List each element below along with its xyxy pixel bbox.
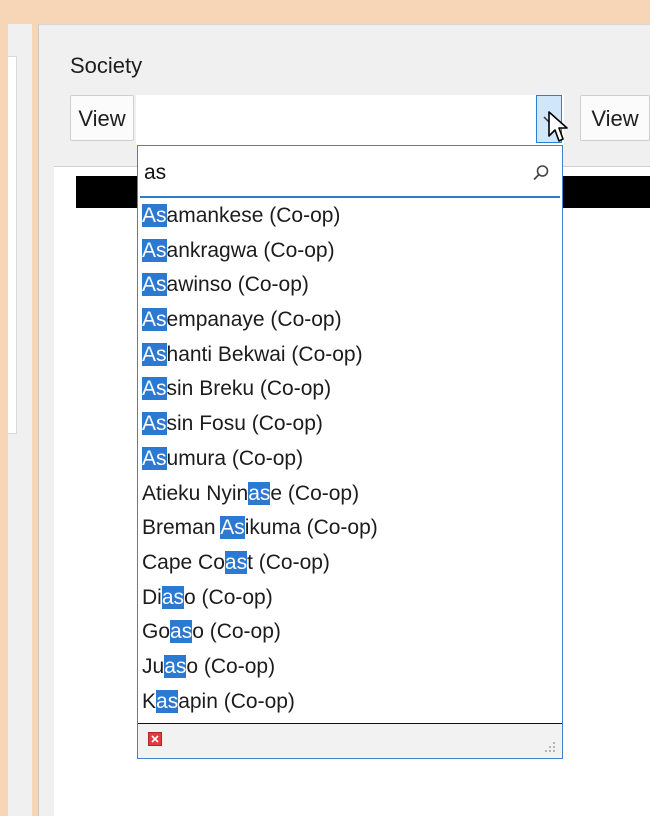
list-item[interactable]: Cape Coast (Co-op) xyxy=(138,546,562,581)
match-highlight: As xyxy=(220,516,245,540)
list-item[interactable]: Ashanti Bekwai (Co-op) xyxy=(138,338,562,373)
item-text-post: umura (Co-op) xyxy=(166,446,304,470)
item-text-post: sin Fosu (Co-op) xyxy=(166,412,323,436)
society-label: Society xyxy=(70,53,143,78)
item-text-post: ankragwa (Co-op) xyxy=(166,238,335,262)
list-item[interactable]: Juaso (Co-op) xyxy=(138,650,562,685)
list-item[interactable]: Diaso (Co-op) xyxy=(138,581,562,616)
item-text-post: o (Co-op) xyxy=(186,654,276,678)
society-combobox[interactable] xyxy=(136,95,564,145)
item-text-pre: Di xyxy=(142,585,162,609)
left-panel-list xyxy=(8,56,17,434)
match-highlight: As xyxy=(142,273,167,297)
item-text-pre: Go xyxy=(142,620,171,644)
item-text-post: o (Co-op) xyxy=(192,620,281,644)
match-highlight: as xyxy=(161,585,185,609)
item-text-pre: Breman xyxy=(142,516,221,540)
list-item[interactable]: Kasapin (Co-op) xyxy=(138,685,562,720)
resize-grip-icon[interactable] xyxy=(544,741,556,753)
list-item[interactable]: Goaso (Co-op) xyxy=(138,615,562,650)
item-text-post: e (Co-op) xyxy=(270,481,360,505)
match-highlight: as xyxy=(156,689,179,713)
item-text-pre: Atieku Nyin xyxy=(142,481,249,505)
list-item[interactable]: Asumura (Co-op) xyxy=(138,442,562,477)
search-icon xyxy=(533,165,549,181)
item-text-pre: Cape Co xyxy=(142,550,225,574)
list-item[interactable]: Breman Asikuma (Co-op) xyxy=(138,511,562,546)
view-button-left[interactable]: View xyxy=(70,95,134,141)
match-highlight: As xyxy=(142,308,167,332)
match-highlight: As xyxy=(142,238,167,262)
item-text-post: empanaye (Co-op) xyxy=(166,308,342,332)
item-text-post: t (Co-op) xyxy=(247,550,330,574)
list-item[interactable]: Asawinso (Co-op) xyxy=(138,268,562,303)
list-item[interactable]: Assin Breku (Co-op) xyxy=(138,372,562,407)
item-text-post: sin Breku (Co-op) xyxy=(166,377,332,401)
list-item[interactable]: Asankragwa (Co-op) xyxy=(138,234,562,269)
item-text-post: awinso (Co-op) xyxy=(166,273,309,297)
mouse-pointer-icon xyxy=(548,111,568,142)
item-text-post: amankese (Co-op) xyxy=(166,204,341,227)
left-panel xyxy=(8,24,32,816)
dropdown-search-row xyxy=(140,150,560,198)
list-item[interactable]: Atieku Nyinase (Co-op) xyxy=(138,477,562,512)
match-highlight: As xyxy=(142,446,167,470)
clear-filter-icon[interactable] xyxy=(148,732,162,746)
society-dropdown: Asamankese (Co-op)Asankragwa (Co-op)Asaw… xyxy=(137,145,563,759)
match-highlight: As xyxy=(142,342,167,366)
list-item[interactable]: Asempanaye (Co-op) xyxy=(138,303,562,338)
item-text-pre: Ju xyxy=(142,654,165,678)
list-item[interactable]: Assin Fosu (Co-op) xyxy=(138,407,562,442)
match-highlight: as xyxy=(248,481,271,505)
list-item[interactable]: Asamankese (Co-op) xyxy=(138,199,562,234)
view-button-right[interactable]: View xyxy=(580,95,650,141)
match-highlight: As xyxy=(142,204,167,227)
match-highlight: as xyxy=(164,654,187,678)
match-highlight: As xyxy=(142,377,167,401)
match-highlight: As xyxy=(142,412,167,436)
item-text-post: o (Co-op) xyxy=(184,585,273,609)
item-text-post: apin (Co-op) xyxy=(178,689,295,713)
item-text-post: hanti Bekwai (Co-op) xyxy=(166,342,363,366)
match-highlight: as xyxy=(170,620,193,644)
match-highlight: as xyxy=(224,550,248,574)
society-search-input[interactable] xyxy=(144,156,514,190)
dropdown-footer xyxy=(138,723,562,758)
item-text-post: ikuma (Co-op) xyxy=(244,516,378,540)
society-options-list: Asamankese (Co-op) Asankragwa (Co-op) Asaw… xyxy=(138,199,562,719)
item-text-pre: K xyxy=(142,689,157,713)
